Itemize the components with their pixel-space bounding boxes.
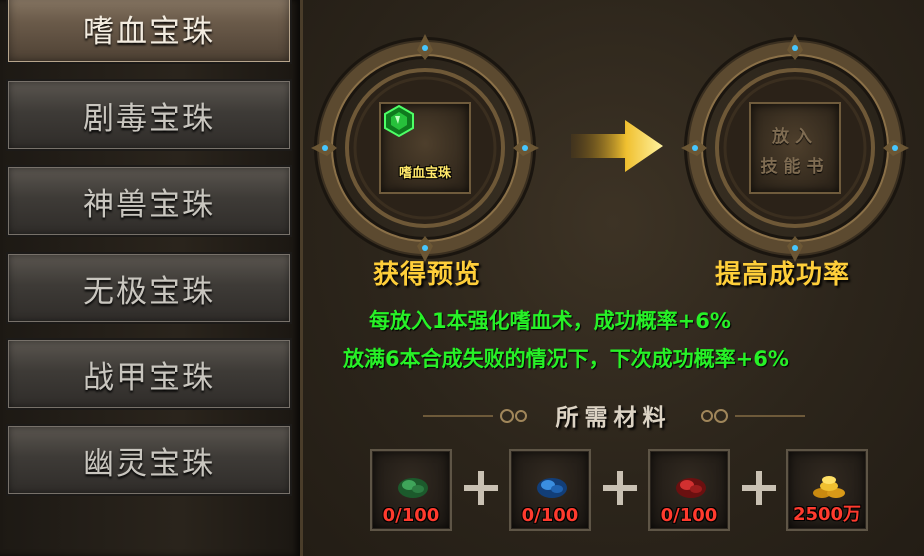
info-line-1: 每放入1本强化嗜血术，成功概率+6% — [369, 309, 731, 333]
tab-ghost-orb[interactable]: 幽灵宝珠 — [6, 424, 292, 496]
slot-placeholder-line2: 技能书 — [760, 157, 830, 177]
materials-title: 所需材料 — [555, 404, 672, 431]
slot-placeholder-line1: 放入 — [772, 127, 818, 147]
preview-ring: 嗜血宝珠 — [307, 30, 543, 266]
arrow-right-icon — [571, 120, 663, 172]
tab-beast-orb[interactable]: 神兽宝珠 — [6, 165, 292, 237]
plus-icon — [603, 471, 637, 505]
material-count: 0/100 — [660, 505, 718, 526]
material-slot-blue-ore[interactable]: 0/100 — [509, 449, 591, 531]
ornament-right-icon — [701, 409, 805, 423]
blood-orb-gem-icon — [384, 104, 414, 138]
preview-item-label: 嗜血宝珠 — [398, 166, 451, 181]
synthesis-panel: 嗜血宝珠 放入 技能书 获得预览 提高成功率 每放入1本强化嗜血术，成功概率+6… — [303, 0, 924, 556]
info-line-2: 放满6本合成失败的情况下，下次成功概率+6% — [343, 347, 789, 371]
boost-ring: 放入 技能书 — [677, 30, 913, 266]
green-ore-icon — [398, 478, 428, 498]
plus-icon — [742, 471, 776, 505]
material-count: 0/100 — [382, 505, 440, 526]
category-sidebar: 嗜血宝珠 剧毒宝珠 神兽宝珠 无极宝珠 战甲宝珠 幽灵宝珠 — [0, 0, 303, 556]
gold-coins-icon — [813, 476, 845, 498]
material-slot-green-ore[interactable]: 0/100 — [370, 449, 452, 531]
material-count: 0/100 — [521, 505, 579, 526]
blue-ore-icon — [537, 478, 567, 498]
material-slot-gold[interactable]: 2500万 — [786, 449, 868, 531]
tab-infinity-orb[interactable]: 无极宝珠 — [6, 252, 292, 324]
material-count: 2500万 — [792, 504, 862, 525]
tab-poison-orb[interactable]: 剧毒宝珠 — [6, 79, 292, 151]
tab-blood-orb[interactable]: 嗜血宝珠 — [6, 0, 292, 64]
red-ore-icon — [676, 478, 706, 498]
plus-icon — [464, 471, 498, 505]
preview-caption: 获得预览 — [373, 260, 482, 290]
material-slot-red-ore[interactable]: 0/100 — [648, 449, 730, 531]
boost-caption: 提高成功率 — [715, 260, 851, 290]
tab-armor-orb[interactable]: 战甲宝珠 — [6, 338, 292, 410]
skill-book-slot[interactable]: 放入 技能书 — [749, 102, 841, 194]
preview-item-slot[interactable]: 嗜血宝珠 — [379, 102, 471, 194]
